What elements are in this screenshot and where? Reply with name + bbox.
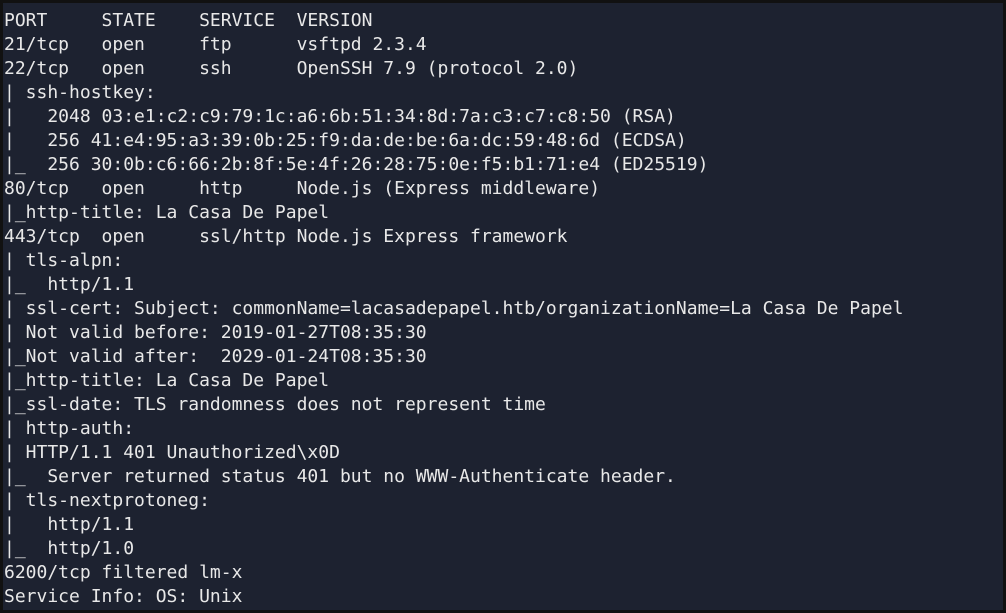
terminal-window: PORT STATE SERVICE VERSION 21/tcp open f…	[0, 0, 1006, 613]
script-output-line: |_http-title: La Casa De Papel	[4, 202, 330, 223]
script-output-line: | http-auth:	[4, 418, 135, 439]
script-output-line: | 2048 03:e1:c2:c9:79:1c:a6:6b:51:34:8d:…	[4, 106, 676, 127]
script-output-line: | tls-alpn:	[4, 250, 124, 271]
nmap-port-row-22: 22/tcp open ssh OpenSSH 7.9 (protocol 2.…	[4, 58, 579, 79]
nmap-port-row-21: 21/tcp open ftp vsftpd 2.3.4	[4, 34, 427, 55]
script-output-line: | 256 41:e4:95:a3:39:0b:25:f9:da:de:be:6…	[4, 130, 687, 151]
script-output-line: | ssl-cert: Subject: commonName=lacasade…	[4, 298, 904, 319]
script-output-line: |_ Server returned status 401 but no WWW…	[4, 466, 676, 487]
nmap-header-row: PORT STATE SERVICE VERSION	[4, 10, 373, 31]
script-output-line: |_ssl-date: TLS randomness does not repr…	[4, 394, 546, 415]
script-output-line: |_ http/1.0	[4, 538, 135, 559]
nmap-port-row-443: 443/tcp open ssl/http Node.js Express fr…	[4, 226, 568, 247]
script-output-line: | tls-nextprotoneg:	[4, 490, 210, 511]
service-info-line: Service Info: OS: Unix	[4, 586, 243, 607]
script-output-line: | ssh-hostkey:	[4, 82, 156, 103]
script-output-line: | http/1.1	[4, 514, 135, 535]
script-output-line: |_http-title: La Casa De Papel	[4, 370, 330, 391]
script-output-line: | HTTP/1.1 401 Unauthorized\x0D	[4, 442, 340, 463]
script-output-line: |_Not valid after: 2029-01-24T08:35:30	[4, 346, 427, 367]
terminal-output: PORT STATE SERVICE VERSION 21/tcp open f…	[4, 9, 903, 609]
script-output-line: | Not valid before: 2019-01-27T08:35:30	[4, 322, 427, 343]
script-output-line: |_ 256 30:0b:c6:66:2b:8f:5e:4f:26:28:75:…	[4, 154, 709, 175]
nmap-port-row-80: 80/tcp open http Node.js (Express middle…	[4, 178, 601, 199]
script-output-line: |_ http/1.1	[4, 274, 135, 295]
nmap-port-row-6200: 6200/tcp filtered lm-x	[4, 562, 243, 583]
